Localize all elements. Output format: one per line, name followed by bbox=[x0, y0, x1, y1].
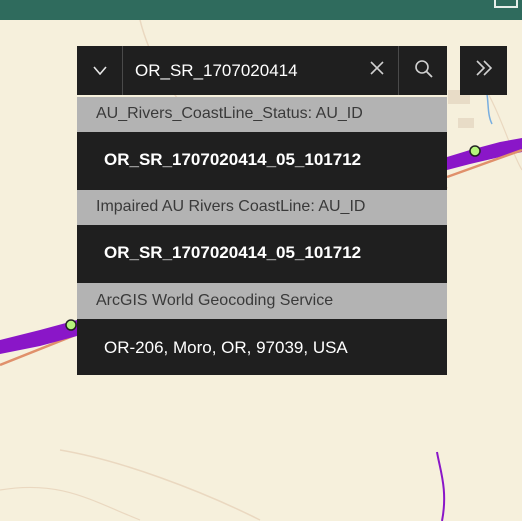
suggestion-group-header: AU_Rivers_CoastLine_Status: AU_ID bbox=[77, 97, 447, 132]
expand-panel-button[interactable] bbox=[460, 46, 507, 95]
tributary-line bbox=[436, 451, 446, 521]
caret-down-icon bbox=[92, 62, 107, 80]
search-icon bbox=[414, 59, 433, 83]
app-header bbox=[0, 0, 522, 20]
suggestion-item[interactable]: OR_SR_1707020414_05_101712 bbox=[77, 132, 447, 190]
search-source-button[interactable] bbox=[77, 46, 123, 95]
suggestion-item[interactable]: OR_SR_1707020414_05_101712 bbox=[77, 225, 447, 283]
search-input[interactable] bbox=[123, 46, 356, 95]
clear-search-button[interactable] bbox=[356, 46, 398, 95]
suggestions-menu: AU_Rivers_CoastLine_Status: AU_ID OR_SR_… bbox=[77, 97, 447, 375]
location-marker[interactable] bbox=[469, 145, 481, 157]
menu-button[interactable] bbox=[494, 0, 518, 8]
double-chevron-right-icon bbox=[475, 59, 493, 82]
location-marker[interactable] bbox=[65, 319, 77, 331]
suggestion-group-header: ArcGIS World Geocoding Service bbox=[77, 283, 447, 319]
close-icon bbox=[369, 60, 385, 81]
suggestion-group-header: Impaired AU Rivers CoastLine: AU_ID bbox=[77, 190, 447, 225]
search-widget bbox=[77, 46, 447, 95]
search-button[interactable] bbox=[398, 46, 447, 95]
road-line bbox=[59, 449, 261, 521]
suggestion-item[interactable]: OR-206, Moro, OR, 97039, USA bbox=[77, 319, 447, 375]
town-area bbox=[458, 118, 474, 128]
road-line bbox=[0, 486, 141, 521]
